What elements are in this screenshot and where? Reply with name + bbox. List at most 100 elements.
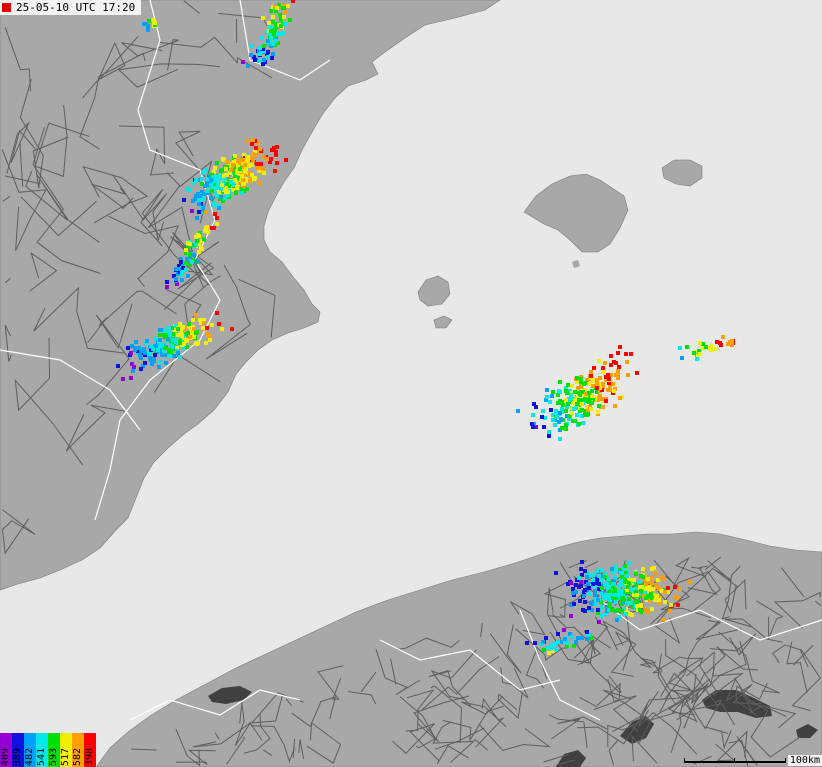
strike-marker: [569, 614, 573, 618]
strike-marker: [715, 340, 719, 344]
strike-marker: [616, 376, 620, 380]
strike-marker: [622, 598, 626, 602]
strike-marker: [210, 189, 214, 193]
strike-marker: [216, 182, 220, 186]
strike-marker: [575, 402, 579, 406]
strike-marker: [628, 612, 632, 616]
strike-marker: [217, 322, 221, 326]
strike-marker: [627, 597, 631, 601]
strike-marker: [634, 583, 638, 587]
strike-marker: [551, 390, 555, 394]
strike-marker: [545, 395, 549, 399]
strike-marker: [547, 430, 551, 434]
strike-marker: [241, 60, 245, 64]
strike-marker: [245, 156, 249, 160]
strike-marker: [261, 62, 265, 66]
strike-marker: [582, 594, 586, 598]
strike-marker: [164, 361, 168, 365]
strike-marker: [680, 356, 684, 360]
strike-marker: [116, 364, 120, 368]
strike-marker: [255, 162, 259, 166]
strike-marker: [224, 173, 228, 177]
strike-marker: [627, 581, 631, 585]
strike-marker: [623, 564, 627, 568]
strike-marker: [573, 390, 577, 394]
strike-marker: [574, 406, 578, 410]
strike-marker: [165, 280, 169, 284]
scale-tick: [684, 758, 685, 763]
strike-marker: [218, 177, 222, 181]
strike-marker: [613, 593, 617, 597]
scale-tick: [785, 758, 786, 763]
strike-marker: [579, 377, 583, 381]
strike-marker: [614, 609, 618, 613]
legend-swatch: 517: [60, 733, 72, 767]
strike-marker: [176, 333, 180, 337]
strike-marker: [644, 587, 648, 591]
strike-marker: [291, 0, 295, 3]
strike-marker: [241, 178, 245, 182]
strike-marker: [266, 50, 270, 54]
strike-marker: [276, 32, 280, 36]
strike-marker: [253, 58, 257, 62]
scale-tick: [734, 758, 735, 763]
strike-marker: [249, 53, 253, 57]
strike-marker: [604, 399, 608, 403]
strike-marker: [562, 628, 566, 632]
strike-marker: [581, 421, 585, 425]
strike-marker: [531, 413, 535, 417]
strike-marker: [624, 612, 628, 616]
basemap: [0, 0, 822, 767]
strike-marker: [215, 194, 219, 198]
lightning-map[interactable]: 25-05-10 UTC 17:20 409 389 482 541 593 517 582…: [0, 0, 822, 767]
strike-marker: [282, 6, 286, 10]
strike-marker: [253, 153, 257, 157]
strike-marker: [192, 327, 196, 331]
strike-marker: [286, 4, 290, 8]
strike-marker: [589, 407, 593, 411]
strike-marker: [258, 52, 262, 56]
strike-marker: [152, 357, 156, 361]
strike-marker: [572, 602, 576, 606]
strike-marker: [176, 327, 180, 331]
strike-marker: [597, 404, 601, 408]
strike-marker: [240, 174, 244, 178]
strike-marker: [587, 382, 591, 386]
strike-marker: [601, 382, 605, 386]
strike-marker: [574, 583, 578, 587]
strike-marker: [587, 586, 591, 590]
legend-swatch: 541: [36, 733, 48, 767]
strike-marker: [549, 643, 553, 647]
strike-marker: [587, 592, 591, 596]
strike-marker: [238, 159, 242, 163]
strike-marker: [580, 408, 584, 412]
strike-marker: [580, 636, 584, 640]
scale-line: [684, 761, 786, 763]
strike-marker: [275, 6, 279, 10]
strike-marker: [540, 415, 544, 419]
legend-label: 482: [24, 747, 35, 766]
strike-marker: [158, 360, 162, 364]
strike-marker: [179, 260, 183, 264]
strike-marker: [204, 341, 208, 345]
strike-marker: [530, 422, 534, 426]
strike-marker: [544, 636, 548, 640]
strike-marker: [130, 362, 134, 366]
strike-marker: [589, 370, 593, 374]
strike-marker: [542, 425, 546, 429]
strike-marker: [730, 343, 734, 347]
strike-marker: [556, 632, 560, 636]
strike-marker: [650, 567, 654, 571]
strike-marker: [130, 344, 134, 348]
strike-marker: [619, 571, 623, 575]
strike-marker: [576, 386, 580, 390]
strike-marker: [267, 25, 271, 29]
strike-marker: [278, 13, 282, 17]
strike-marker: [618, 396, 622, 400]
strike-marker: [606, 373, 610, 377]
strike-marker: [548, 400, 552, 404]
strike-marker: [676, 603, 680, 607]
strike-marker: [649, 592, 653, 596]
strike-marker: [134, 340, 138, 344]
strike-marker: [195, 259, 199, 263]
